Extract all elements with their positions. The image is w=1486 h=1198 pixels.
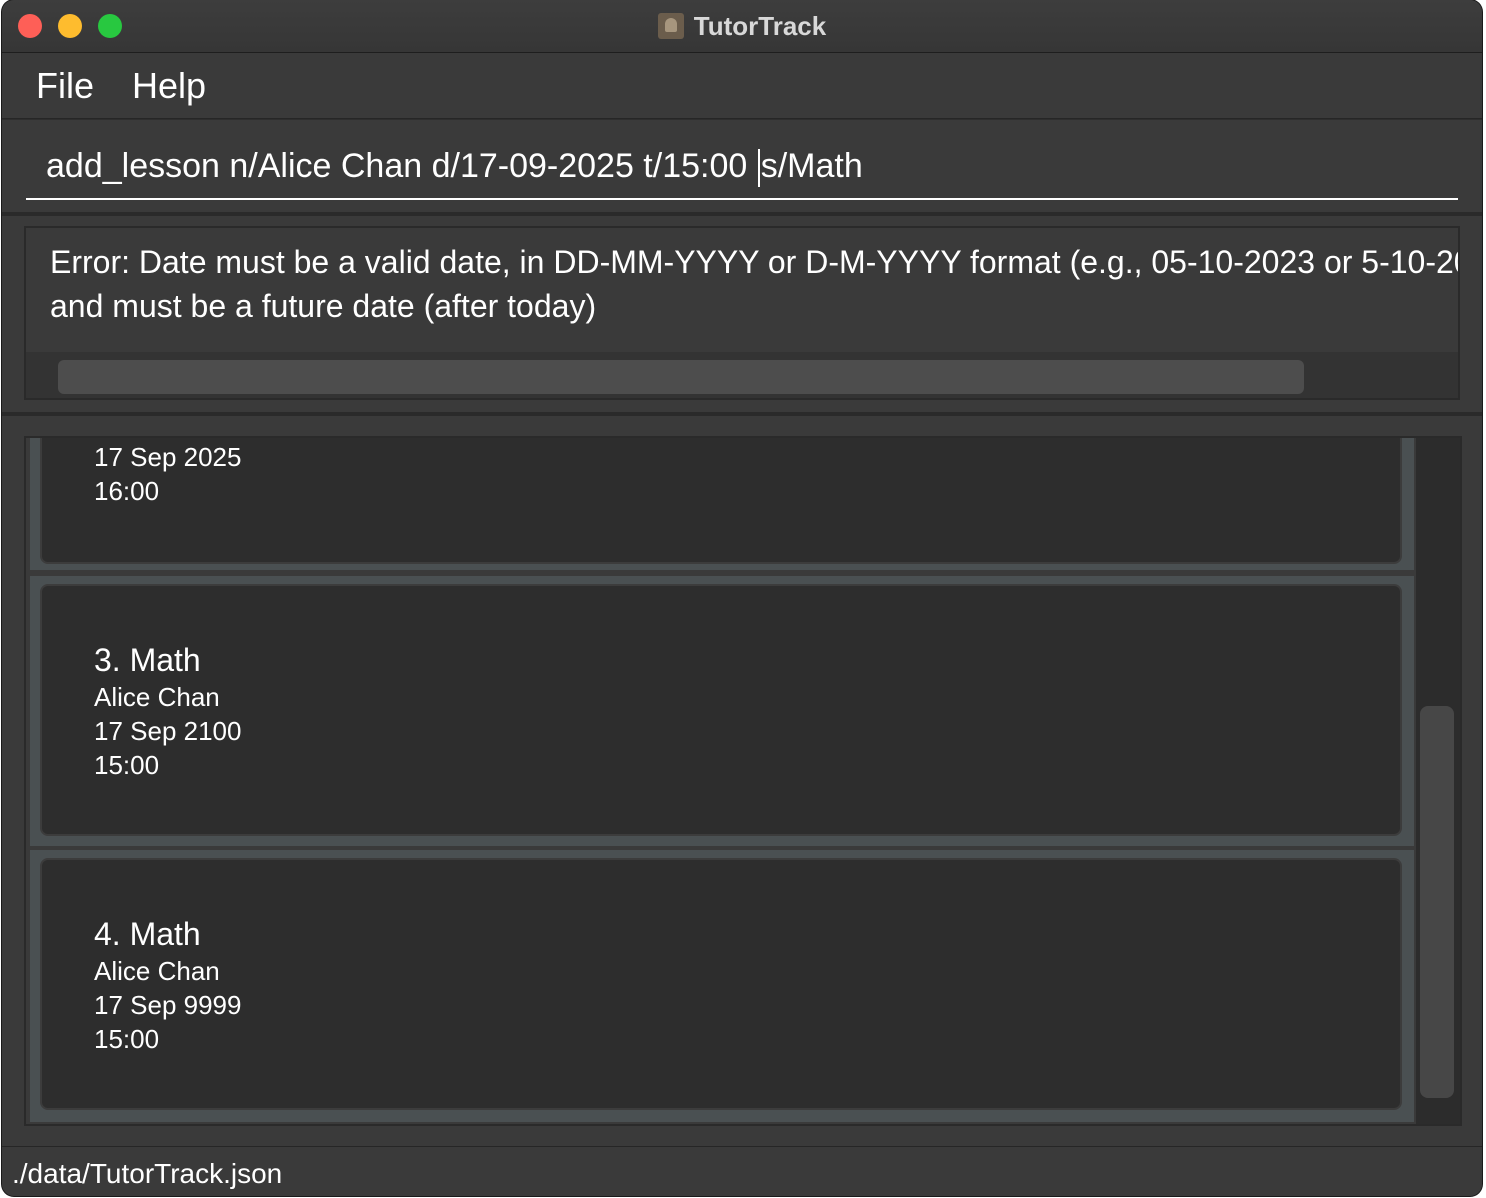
lesson-title: 3. Math — [94, 642, 201, 678]
command-box-placeholder: add_lesson n/Alice Chan d/17-09-2025 t/1… — [2, 120, 1482, 216]
lesson-date: 17 Sep 2025 — [94, 442, 242, 472]
command-input[interactable]: add_lesson n/Alice Chan d/17-09-2025 t/1… — [26, 130, 1458, 200]
address-book-icon — [657, 13, 684, 39]
result-display[interactable]: Error: Date must be a valid date, in DD-… — [24, 226, 1460, 400]
window-title: TutorTrack — [693, 10, 827, 41]
list-cell[interactable]: 3. Math Alice Chan 17 Sep 2100 15:00 — [30, 576, 1414, 846]
app-window: TutorTrack File Help add_lesson n/Alice … — [2, 0, 1482, 1196]
vertical-scrollbar-thumb[interactable] — [1420, 706, 1454, 1098]
horizontal-scrollbar-thumb[interactable] — [58, 360, 1304, 394]
lesson-student: Alice Chan — [94, 682, 220, 712]
lesson-student: Alice Chan — [94, 956, 220, 986]
vertical-scrollbar[interactable] — [1416, 438, 1460, 1124]
title-bar[interactable]: TutorTrack — [2, 0, 1482, 53]
window-title-group: TutorTrack — [2, 0, 1482, 52]
lesson-title: 4. Math — [94, 916, 201, 952]
horizontal-scrollbar[interactable] — [26, 352, 1458, 398]
lesson-date: 17 Sep 9999 — [94, 990, 242, 1020]
result-display-placeholder: Error: Date must be a valid date, in DD-… — [2, 216, 1482, 416]
lesson-card[interactable]: 3. Math Alice Chan 17 Sep 2100 15:00 — [40, 584, 1402, 836]
list-cell[interactable]: 4. Math Alice Chan 17 Sep 9999 15:00 — [30, 850, 1414, 1122]
result-message-line-1: Error: Date must be a valid date, in DD-… — [50, 244, 1460, 280]
save-file-path: ./data/TutorTrack.json — [12, 1158, 283, 1189]
list-cell[interactable]: 17 Sep 2025 16:00 — [30, 438, 1414, 570]
lesson-card[interactable]: 17 Sep 2025 16:00 — [40, 438, 1402, 564]
command-text-before-caret: add_lesson n/Alice Chan d/17-09-2025 t/1… — [46, 147, 757, 185]
menu-help[interactable]: Help — [132, 65, 206, 107]
menu-bar: File Help — [2, 53, 1482, 119]
lesson-time: 15:00 — [94, 750, 160, 780]
lesson-date: 17 Sep 2100 — [94, 716, 242, 746]
lesson-time: 16:00 — [94, 476, 160, 506]
lesson-time: 15:00 — [94, 1024, 160, 1054]
lesson-list[interactable]: 17 Sep 2025 16:00 3. Math Alice Chan 17 … — [24, 436, 1462, 1126]
command-text-after-caret: s/Math — [760, 147, 863, 185]
text-caret — [757, 149, 760, 188]
result-message-line-2: and must be a future date (after today) — [50, 288, 597, 324]
lesson-card[interactable]: 4. Math Alice Chan 17 Sep 9999 15:00 — [40, 858, 1402, 1110]
result-message: Error: Date must be a valid date, in DD-… — [50, 240, 1460, 328]
status-bar: ./data/TutorTrack.json — [2, 1146, 1482, 1196]
lesson-list-panel: 17 Sep 2025 16:00 3. Math Alice Chan 17 … — [2, 416, 1482, 1146]
menu-file[interactable]: File — [36, 65, 94, 107]
